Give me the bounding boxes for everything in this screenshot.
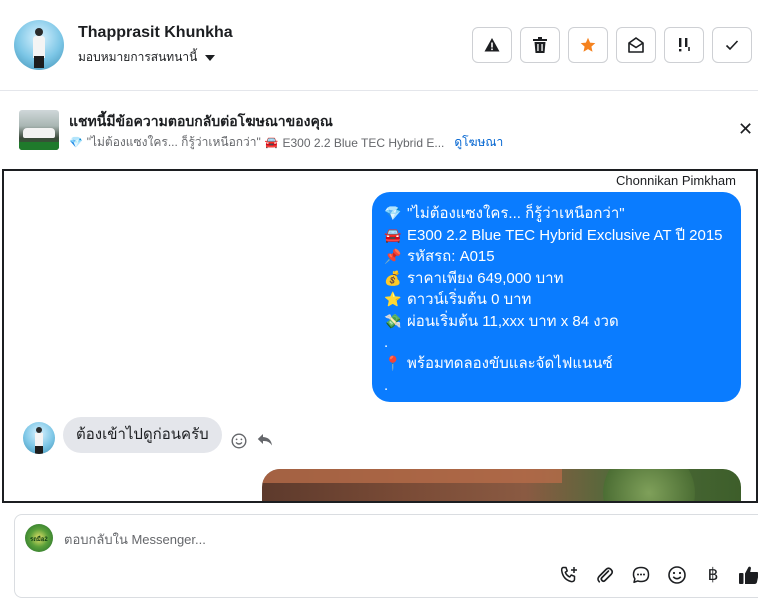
add-call-button[interactable] bbox=[557, 563, 581, 587]
message-thread[interactable]: Chonnikan Pimkham 💎 "ไม่ต้องแซงใคร... ก็… bbox=[2, 169, 758, 503]
message-line: 💸 ผ่อนเริ่มต้น 11,xxx บาท x 84 งวด bbox=[384, 311, 729, 333]
incoming-message-bubble[interactable]: ต้องเข้าไปดูก่อนครับ bbox=[63, 417, 222, 453]
mark-done-button[interactable] bbox=[712, 27, 752, 63]
smiley-icon bbox=[668, 566, 686, 584]
message-composer: รถมือ2 ฿ bbox=[14, 514, 758, 598]
attach-file-button[interactable] bbox=[593, 563, 617, 587]
outgoing-message-bubble[interactable]: 💎 "ไม่ต้องแซงใคร... ก็รู้ว่าเหนือกว่า" 🚘… bbox=[372, 192, 741, 402]
payment-button[interactable]: ฿ bbox=[701, 563, 725, 587]
flying-money-icon: 💸 bbox=[384, 312, 402, 329]
follow-up-icon bbox=[679, 38, 690, 52]
ad-reply-banner: แชทนี้มีข้อความตอบกลับต่อโฆษณาของคุณ 💎 "… bbox=[0, 91, 758, 169]
message-line: 📍 พร้อมทดลองขับและจัดไฟแนนซ์ bbox=[384, 353, 729, 375]
paperclip-icon bbox=[597, 567, 614, 583]
message-line: 💰 ราคาเพียง 649,000 บาท bbox=[384, 268, 729, 290]
banner-title: แชทนี้มีข้อความตอบกลับต่อโฆษณาของคุณ bbox=[69, 113, 333, 129]
smiley-icon bbox=[231, 433, 247, 449]
trash-icon bbox=[533, 37, 547, 53]
contact-name[interactable]: Thapprasit Khunkha bbox=[78, 24, 233, 42]
star-button[interactable] bbox=[568, 27, 608, 63]
reply-input[interactable] bbox=[64, 532, 664, 547]
page-avatar: รถมือ2 bbox=[25, 524, 53, 552]
car-icon: 🚘 bbox=[264, 137, 279, 149]
reply-button[interactable] bbox=[257, 433, 273, 451]
checkmark-icon bbox=[725, 40, 739, 51]
star-icon bbox=[580, 37, 596, 52]
round-pushpin-icon: 📍 bbox=[384, 355, 402, 371]
ad-text-part1: "ไม่ต้องแซงใคร... ก็รู้ว่าเหนือกว่า" bbox=[86, 135, 261, 149]
envelope-open-icon bbox=[628, 37, 644, 53]
contact-avatar-small[interactable] bbox=[23, 422, 55, 454]
close-banner-button[interactable]: ✕ bbox=[738, 119, 753, 140]
assign-label: มอบหมายการสนทนานี้ bbox=[78, 50, 198, 64]
message-line-text: "ไม่ต้องแซงใคร... ก็รู้ว่าเหนือกว่า" bbox=[407, 205, 625, 222]
message-line-text: พร้อมทดลองขับและจัดไฟแนนซ์ bbox=[407, 355, 613, 372]
ad-text-part2: E300 2.2 Blue TEC Hybrid E... bbox=[282, 135, 445, 150]
send-like-button[interactable] bbox=[737, 563, 758, 587]
caret-down-icon bbox=[205, 54, 216, 61]
message-line: 💎 "ไม่ต้องแซงใคร... ก็รู้ว่าเหนือกว่า" bbox=[384, 203, 729, 225]
pushpin-icon: 📌 bbox=[384, 248, 402, 264]
message-line-text: ราคาเพียง 649,000 บาท bbox=[407, 269, 564, 287]
message-line-text: ผ่อนเริ่มต้น 11,xxx บาท x 84 งวด bbox=[407, 312, 619, 330]
conversation-header: Thapprasit Khunkha มอบหมายการสนทนานี้ bbox=[0, 0, 758, 91]
react-emoji-button[interactable] bbox=[231, 433, 247, 453]
message-line: . bbox=[384, 375, 729, 396]
delete-button[interactable] bbox=[520, 27, 560, 63]
contact-avatar[interactable] bbox=[14, 20, 64, 70]
page-avatar-text: รถมือ2 bbox=[30, 537, 48, 543]
message-line-text: E300 2.2 Blue TEC Hybrid Exclusive AT ปี… bbox=[407, 226, 723, 244]
car-icon: 🚘 bbox=[384, 226, 402, 243]
sender-name: Chonnikan Pimkham bbox=[616, 173, 736, 188]
gem-icon: 💎 bbox=[384, 205, 402, 221]
thumbs-up-icon bbox=[739, 566, 758, 584]
message-line: 📌 รหัสรถ: A015 bbox=[384, 246, 729, 268]
reply-arrow-icon bbox=[257, 434, 272, 446]
follow-up-button[interactable] bbox=[664, 27, 704, 63]
assign-conversation-dropdown[interactable]: มอบหมายการสนทนานี้ bbox=[78, 48, 216, 67]
phone-plus-icon bbox=[560, 566, 577, 583]
mark-unread-button[interactable] bbox=[616, 27, 656, 63]
gem-icon: 💎 bbox=[69, 137, 83, 149]
message-line: ⭐ ดาวน์เริ่มต้น 0 บาท bbox=[384, 289, 729, 311]
banner-ad-summary: 💎 "ไม่ต้องแซงใคร... ก็รู้ว่าเหนือกว่า" 🚘… bbox=[69, 133, 503, 152]
view-ad-link[interactable]: ดูโฆษณา bbox=[454, 133, 503, 152]
close-icon: ✕ bbox=[738, 119, 754, 139]
message-line-text: รหัสรถ: A015 bbox=[407, 248, 495, 265]
message-line: 🚘 E300 2.2 Blue TEC Hybrid Exclusive AT … bbox=[384, 225, 729, 247]
ad-thumbnail[interactable] bbox=[19, 110, 59, 150]
attached-photo[interactable] bbox=[262, 469, 741, 501]
chat-bubble-icon bbox=[632, 566, 650, 584]
message-line-text: ดาวน์เริ่มต้น 0 บาท bbox=[407, 291, 532, 308]
message-line: . bbox=[384, 332, 729, 353]
message-line-text: . bbox=[384, 376, 389, 394]
saved-replies-button[interactable] bbox=[629, 563, 653, 587]
warning-icon bbox=[484, 38, 500, 52]
message-line-text: . bbox=[384, 334, 389, 351]
money-bag-icon: 💰 bbox=[384, 269, 402, 286]
star-icon: ⭐ bbox=[384, 291, 402, 307]
baht-icon: ฿ bbox=[707, 565, 719, 584]
report-spam-button[interactable] bbox=[472, 27, 512, 63]
emoji-button[interactable] bbox=[665, 563, 689, 587]
